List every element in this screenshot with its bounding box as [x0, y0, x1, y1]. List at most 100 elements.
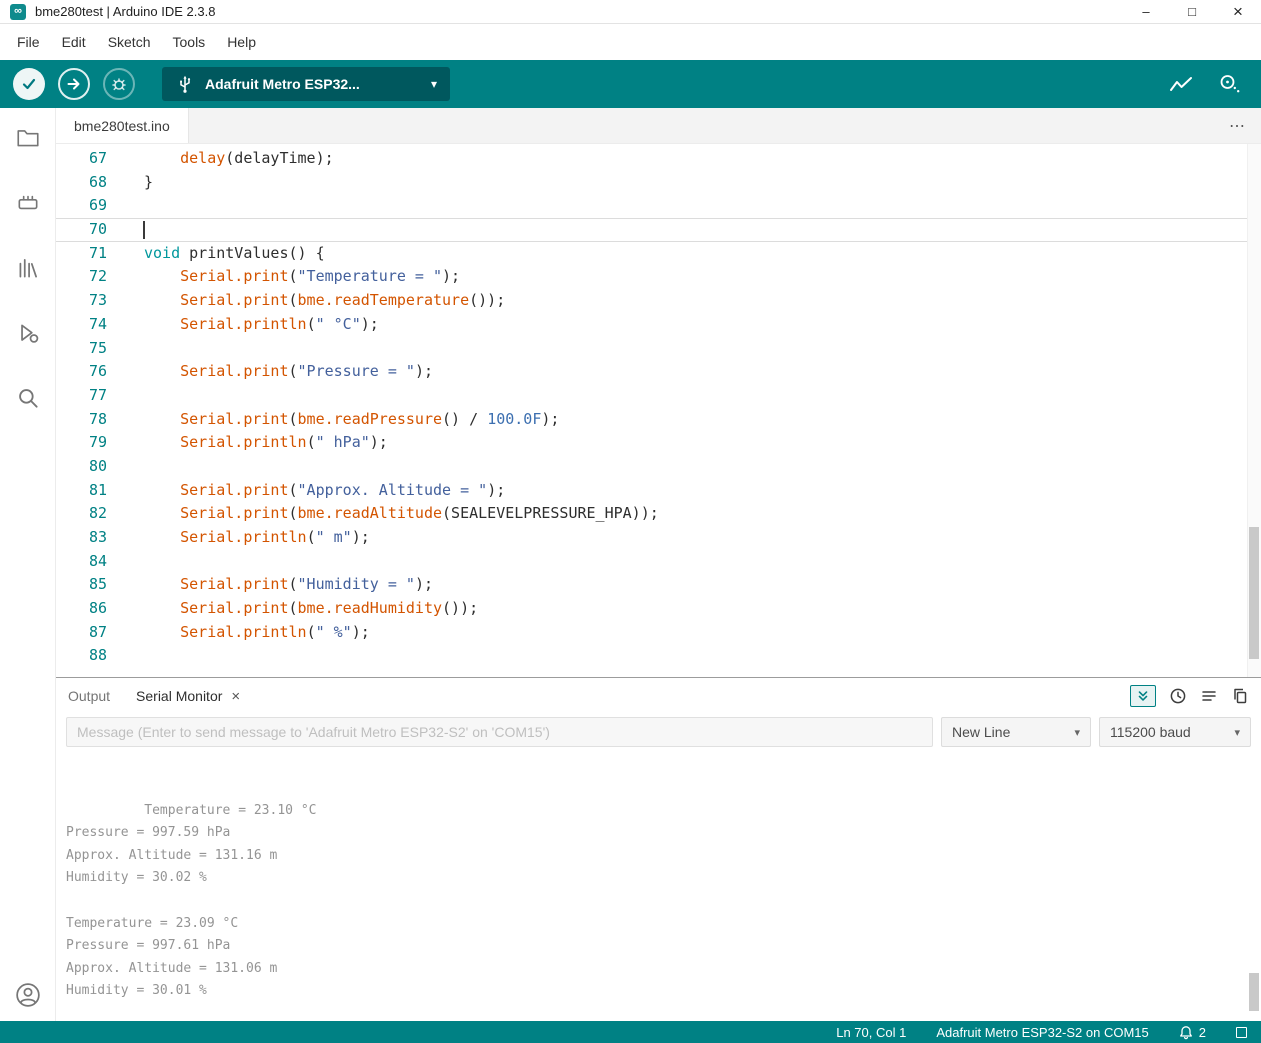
- line-number[interactable]: 69: [56, 194, 107, 218]
- menu-file[interactable]: File: [6, 29, 51, 55]
- code-line-78[interactable]: 78 Serial.print(bme.readPressure() / 100…: [56, 408, 1261, 432]
- line-number[interactable]: 68: [56, 171, 107, 195]
- tab-serial-monitor[interactable]: Serial Monitor ×: [136, 688, 240, 705]
- menu-sketch[interactable]: Sketch: [97, 29, 162, 55]
- code-line-80[interactable]: 80: [56, 455, 1261, 479]
- account-icon[interactable]: [14, 981, 42, 1009]
- line-number[interactable]: 84: [56, 550, 107, 574]
- tab-output[interactable]: Output: [68, 688, 110, 704]
- menu-bar: File Edit Sketch Tools Help: [0, 24, 1261, 60]
- code-line-71[interactable]: 71 void printValues() {: [56, 242, 1261, 266]
- line-number[interactable]: 75: [56, 337, 107, 361]
- notification-count: 2: [1198, 1024, 1206, 1040]
- code-line-72[interactable]: 72 Serial.print("Temperature = ");: [56, 265, 1261, 289]
- line-number[interactable]: 72: [56, 265, 107, 289]
- serial-plotter-icon[interactable]: [1168, 73, 1194, 95]
- line-number[interactable]: 67: [56, 147, 107, 171]
- editor-scrollbar[interactable]: [1247, 144, 1261, 677]
- notifications[interactable]: 2: [1179, 1025, 1206, 1040]
- code-line-68[interactable]: 68}: [56, 171, 1261, 195]
- tab-bme280test-ino[interactable]: bme280test.ino: [56, 108, 189, 143]
- window-controls: – □ ×: [1123, 0, 1261, 23]
- chevron-down-icon: ▾: [430, 77, 437, 91]
- serial-monitor-icon[interactable]: [1218, 73, 1242, 95]
- line-number[interactable]: 73: [56, 289, 107, 313]
- board-selector-label: Adafruit Metro ESP32...: [205, 76, 360, 92]
- copy-output-icon[interactable]: [1231, 687, 1249, 705]
- title-bar: ∞ bme280test | Arduino IDE 2.3.8 – □ ×: [0, 0, 1261, 24]
- code-line-84[interactable]: 84: [56, 550, 1261, 574]
- code-line-73[interactable]: 73 Serial.print(bme.readTemperature());: [56, 289, 1261, 313]
- code-line-76[interactable]: 76 Serial.print("Pressure = ");: [56, 360, 1261, 384]
- toolbar-right: [1168, 73, 1248, 95]
- line-number[interactable]: 85: [56, 573, 107, 597]
- verify-button[interactable]: [13, 68, 45, 100]
- bell-icon: [1179, 1025, 1193, 1040]
- code-line-69[interactable]: 69: [56, 194, 1261, 218]
- line-number[interactable]: 83: [56, 526, 107, 550]
- line-ending-dropdown[interactable]: New Line ▾: [941, 717, 1091, 747]
- baud-rate-dropdown[interactable]: 115200 baud ▾: [1099, 717, 1251, 747]
- menu-tools[interactable]: Tools: [162, 29, 217, 55]
- sketchbook-folder-icon[interactable]: [14, 124, 42, 152]
- code-line-79[interactable]: 79 Serial.println(" hPa");: [56, 431, 1261, 455]
- code-line-87[interactable]: 87 Serial.println(" %");: [56, 621, 1261, 645]
- code-line-83[interactable]: 83 Serial.println(" m");: [56, 526, 1261, 550]
- line-number[interactable]: 71: [56, 242, 107, 266]
- line-number[interactable]: 70: [56, 218, 107, 242]
- editor-actions-icon[interactable]: ⋯: [1213, 108, 1261, 143]
- line-number[interactable]: 88: [56, 644, 107, 668]
- bottom-panel: Output Serial Monitor × Message (Enter t…: [56, 677, 1261, 1021]
- close-serial-monitor-icon[interactable]: ×: [231, 688, 240, 705]
- menu-edit[interactable]: Edit: [51, 29, 97, 55]
- line-number[interactable]: 77: [56, 384, 107, 408]
- code-line-86[interactable]: 86 Serial.print(bme.readHumidity());: [56, 597, 1261, 621]
- timestamp-toggle[interactable]: [1169, 687, 1187, 705]
- code-line-85[interactable]: 85 Serial.print("Humidity = ");: [56, 573, 1261, 597]
- line-number[interactable]: 79: [56, 431, 107, 455]
- line-number[interactable]: 86: [56, 597, 107, 621]
- autoscroll-toggle[interactable]: [1130, 685, 1156, 707]
- code-line-70[interactable]: 70: [56, 218, 1261, 242]
- line-number[interactable]: 82: [56, 502, 107, 526]
- code-line-74[interactable]: 74 Serial.println(" °C");: [56, 313, 1261, 337]
- debug-button[interactable]: [103, 68, 135, 100]
- editor-column: bme280test.ino ⋯ 67 delay(delayTime); 68}…: [56, 108, 1261, 1021]
- line-number[interactable]: 78: [56, 408, 107, 432]
- serial-output[interactable]: Temperature = 23.10 °C Pressure = 997.59…: [56, 756, 1261, 1021]
- board-selector-dropdown[interactable]: Adafruit Metro ESP32... ▾: [162, 67, 450, 101]
- code-line-81[interactable]: 81 Serial.print("Approx. Altitude = ");: [56, 479, 1261, 503]
- cursor-position[interactable]: Ln 70, Col 1: [836, 1025, 906, 1040]
- clear-output-icon[interactable]: [1200, 687, 1218, 705]
- code-line-82[interactable]: 82 Serial.print(bme.readAltitude(SEALEVE…: [56, 502, 1261, 526]
- code-line-75[interactable]: 75: [56, 337, 1261, 361]
- check-icon: [20, 75, 38, 93]
- line-number[interactable]: 76: [56, 360, 107, 384]
- editor-scrollbar-thumb[interactable]: [1249, 527, 1259, 659]
- line-number[interactable]: 81: [56, 479, 107, 503]
- menu-help[interactable]: Help: [216, 29, 267, 55]
- right-arrow-icon: [65, 75, 83, 93]
- line-number[interactable]: 74: [56, 313, 107, 337]
- upload-button[interactable]: [58, 68, 90, 100]
- line-number[interactable]: 80: [56, 455, 107, 479]
- search-icon[interactable]: [14, 384, 42, 412]
- code-editor[interactable]: 67 delay(delayTime); 68} 69 70 71 void printV…: [56, 144, 1261, 677]
- minimize-button[interactable]: –: [1123, 0, 1169, 23]
- library-manager-icon[interactable]: [14, 254, 42, 282]
- serial-scrollbar-thumb[interactable]: [1249, 973, 1259, 1011]
- debug-panel-icon[interactable]: [14, 319, 42, 347]
- board-connection-status[interactable]: Adafruit Metro ESP32-S2 on COM15: [936, 1025, 1148, 1040]
- feedback-icon[interactable]: [1236, 1026, 1247, 1038]
- code-line-88[interactable]: 88: [56, 644, 1261, 668]
- maximize-button[interactable]: □: [1169, 0, 1215, 23]
- code-line-67[interactable]: 67 delay(delayTime);: [56, 147, 1261, 171]
- editor-tab-bar: bme280test.ino ⋯: [56, 108, 1261, 144]
- serial-message-input[interactable]: [66, 717, 933, 747]
- serial-monitor-tab-label: Serial Monitor: [136, 688, 223, 704]
- code-line-77[interactable]: 77: [56, 384, 1261, 408]
- serial-input-row: New Line ▾ 115200 baud ▾: [56, 714, 1261, 756]
- line-number[interactable]: 87: [56, 621, 107, 645]
- boards-manager-icon[interactable]: [14, 189, 42, 217]
- close-button[interactable]: ×: [1215, 0, 1261, 23]
